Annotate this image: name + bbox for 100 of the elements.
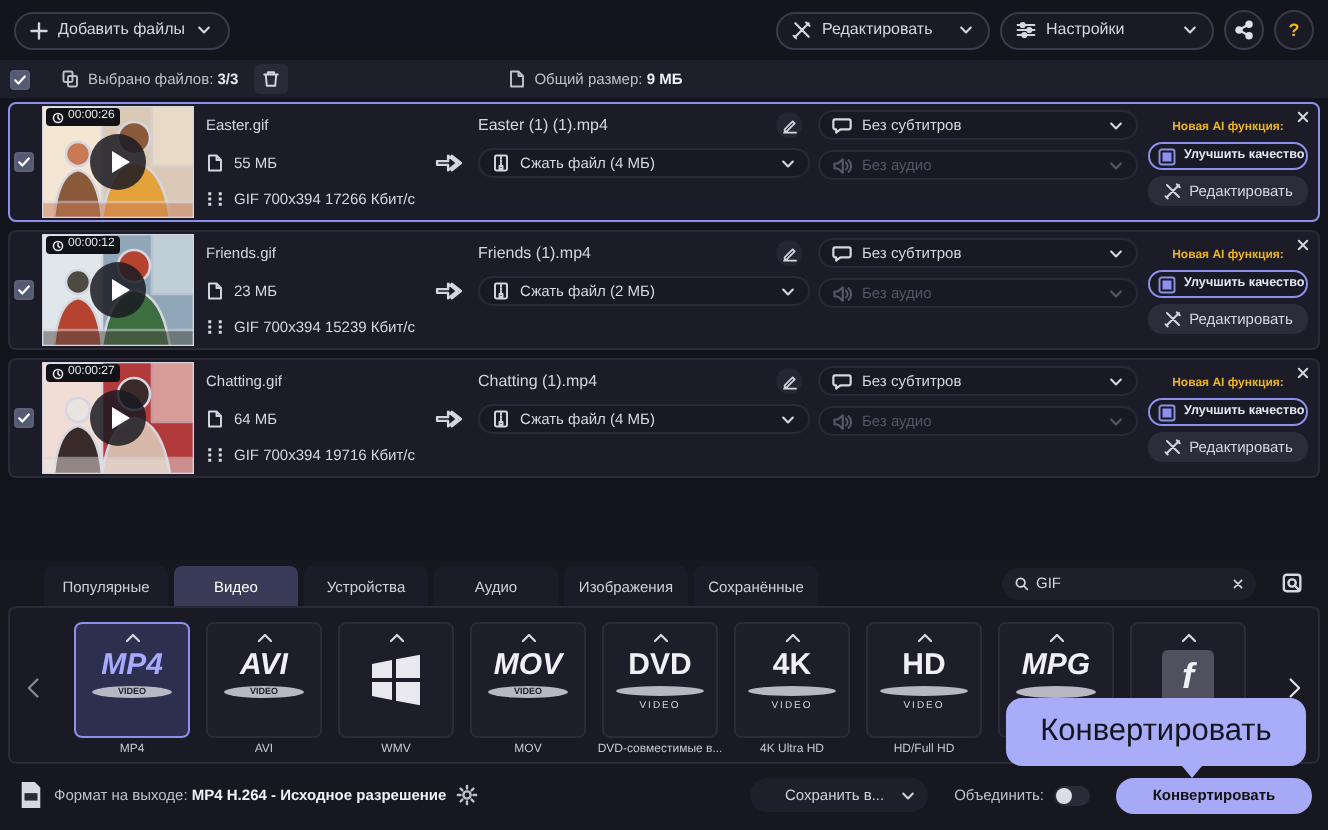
tools-icon	[1163, 438, 1182, 457]
caret-icon	[1108, 157, 1124, 173]
caret-icon	[1108, 285, 1124, 301]
gear-icon[interactable]	[456, 784, 479, 806]
zip-icon	[492, 154, 510, 172]
speaker-icon	[832, 155, 852, 175]
double-arrow-icon	[433, 407, 463, 429]
add-files-button[interactable]: Добавить файлы	[14, 11, 230, 49]
caret-icon	[780, 283, 796, 299]
tools-icon	[1163, 182, 1182, 201]
speech-bubble-icon	[832, 115, 852, 135]
format-logo-text: MP4	[101, 650, 163, 680]
merge-toggle[interactable]	[1054, 785, 1090, 805]
plus-icon	[30, 21, 48, 39]
file-icon	[206, 409, 224, 427]
checkbox[interactable]	[10, 69, 30, 89]
caret-icon	[958, 22, 974, 38]
close-icon[interactable]	[1296, 238, 1310, 252]
file-icon	[206, 153, 224, 171]
checkbox[interactable]	[14, 152, 34, 172]
format-logo-text: DVD	[628, 650, 692, 680]
format-logo-text: MOV	[493, 650, 563, 680]
caret-icon	[1108, 245, 1124, 261]
caret-icon	[780, 411, 796, 427]
search-icon	[1014, 575, 1030, 591]
file-icon	[508, 70, 527, 88]
clock-icon	[52, 111, 64, 123]
play-button[interactable]	[90, 390, 146, 446]
film-icon	[206, 190, 224, 208]
double-arrow-icon	[433, 279, 463, 301]
windows-logo-icon	[366, 650, 426, 710]
help-button[interactable]: ?	[1274, 10, 1314, 50]
format-disc	[748, 686, 836, 696]
play-button[interactable]	[90, 134, 146, 190]
caret-icon	[1108, 413, 1124, 429]
enhance-icon	[1158, 403, 1176, 422]
format-logo-text: MPG	[1021, 650, 1091, 680]
clock-icon	[52, 367, 64, 379]
copy-icon	[62, 70, 80, 88]
chevron-up-icon	[387, 632, 405, 644]
format-logo-text: 4K	[772, 650, 812, 680]
play-button[interactable]	[90, 262, 146, 318]
rename-button[interactable]	[776, 368, 802, 394]
output-file-name: Chatting (1).mp4	[478, 371, 598, 391]
chevron-up-icon	[783, 632, 801, 644]
chevron-up-icon	[1179, 632, 1197, 644]
caret-icon	[780, 155, 796, 171]
enhance-icon	[1158, 147, 1176, 166]
zip-icon	[492, 410, 510, 428]
rename-button[interactable]	[776, 112, 802, 138]
format-logo-text: HD	[902, 650, 946, 680]
checkbox[interactable]	[14, 280, 34, 300]
speaker-icon	[832, 411, 852, 431]
delete-button[interactable]	[254, 64, 289, 94]
chevron-up-icon	[519, 632, 537, 644]
chevron-up-icon	[915, 632, 933, 644]
format-disc	[616, 686, 704, 696]
chevron-up-icon	[255, 632, 273, 644]
speaker-icon	[832, 283, 852, 303]
film-icon	[206, 446, 224, 464]
output-file-name: Easter (1) (1).mp4	[478, 115, 608, 135]
share-button[interactable]	[1224, 10, 1264, 50]
caret-icon	[1182, 22, 1198, 38]
flash-logo: f	[1162, 650, 1214, 702]
format-disc	[880, 686, 968, 696]
speech-bubble-icon	[832, 243, 852, 263]
clear-icon[interactable]	[1232, 577, 1244, 589]
format-logo-text: AVI	[240, 650, 288, 680]
speech-bubble-icon	[832, 371, 852, 391]
close-icon[interactable]	[1296, 366, 1310, 380]
pencil-icon	[781, 245, 797, 261]
sliders-icon	[1016, 20, 1036, 40]
preview-icon[interactable]	[1282, 572, 1304, 594]
close-icon[interactable]	[1296, 110, 1310, 124]
zip-icon	[492, 282, 510, 300]
format-disc	[1016, 686, 1096, 698]
rename-button[interactable]	[776, 240, 802, 266]
settings-menu-button[interactable]: Настройки	[1000, 11, 1214, 49]
clock-icon	[52, 239, 64, 251]
enhance-icon	[1158, 275, 1176, 294]
checkbox[interactable]	[14, 408, 34, 428]
share-icon	[1234, 20, 1254, 40]
chevron-up-icon	[123, 632, 141, 644]
double-arrow-icon	[433, 151, 463, 173]
film-icon	[206, 318, 224, 336]
pencil-icon	[781, 117, 797, 133]
trash-icon	[262, 70, 281, 88]
caret-icon	[195, 22, 211, 38]
pencil-icon	[781, 373, 797, 389]
format-card[interactable]	[338, 622, 454, 738]
file-icon	[206, 281, 224, 299]
tooltip: Конвертировать	[1006, 698, 1306, 778]
chevron-up-icon	[1047, 632, 1065, 644]
output-file-name: Friends (1).mp4	[478, 243, 591, 263]
edit-menu-button[interactable]: Редактировать	[776, 11, 990, 49]
caret-icon	[900, 787, 917, 803]
tools-icon	[1163, 310, 1182, 329]
caret-icon	[1108, 373, 1124, 389]
caret-icon	[1108, 117, 1124, 133]
tools-icon	[792, 20, 812, 40]
